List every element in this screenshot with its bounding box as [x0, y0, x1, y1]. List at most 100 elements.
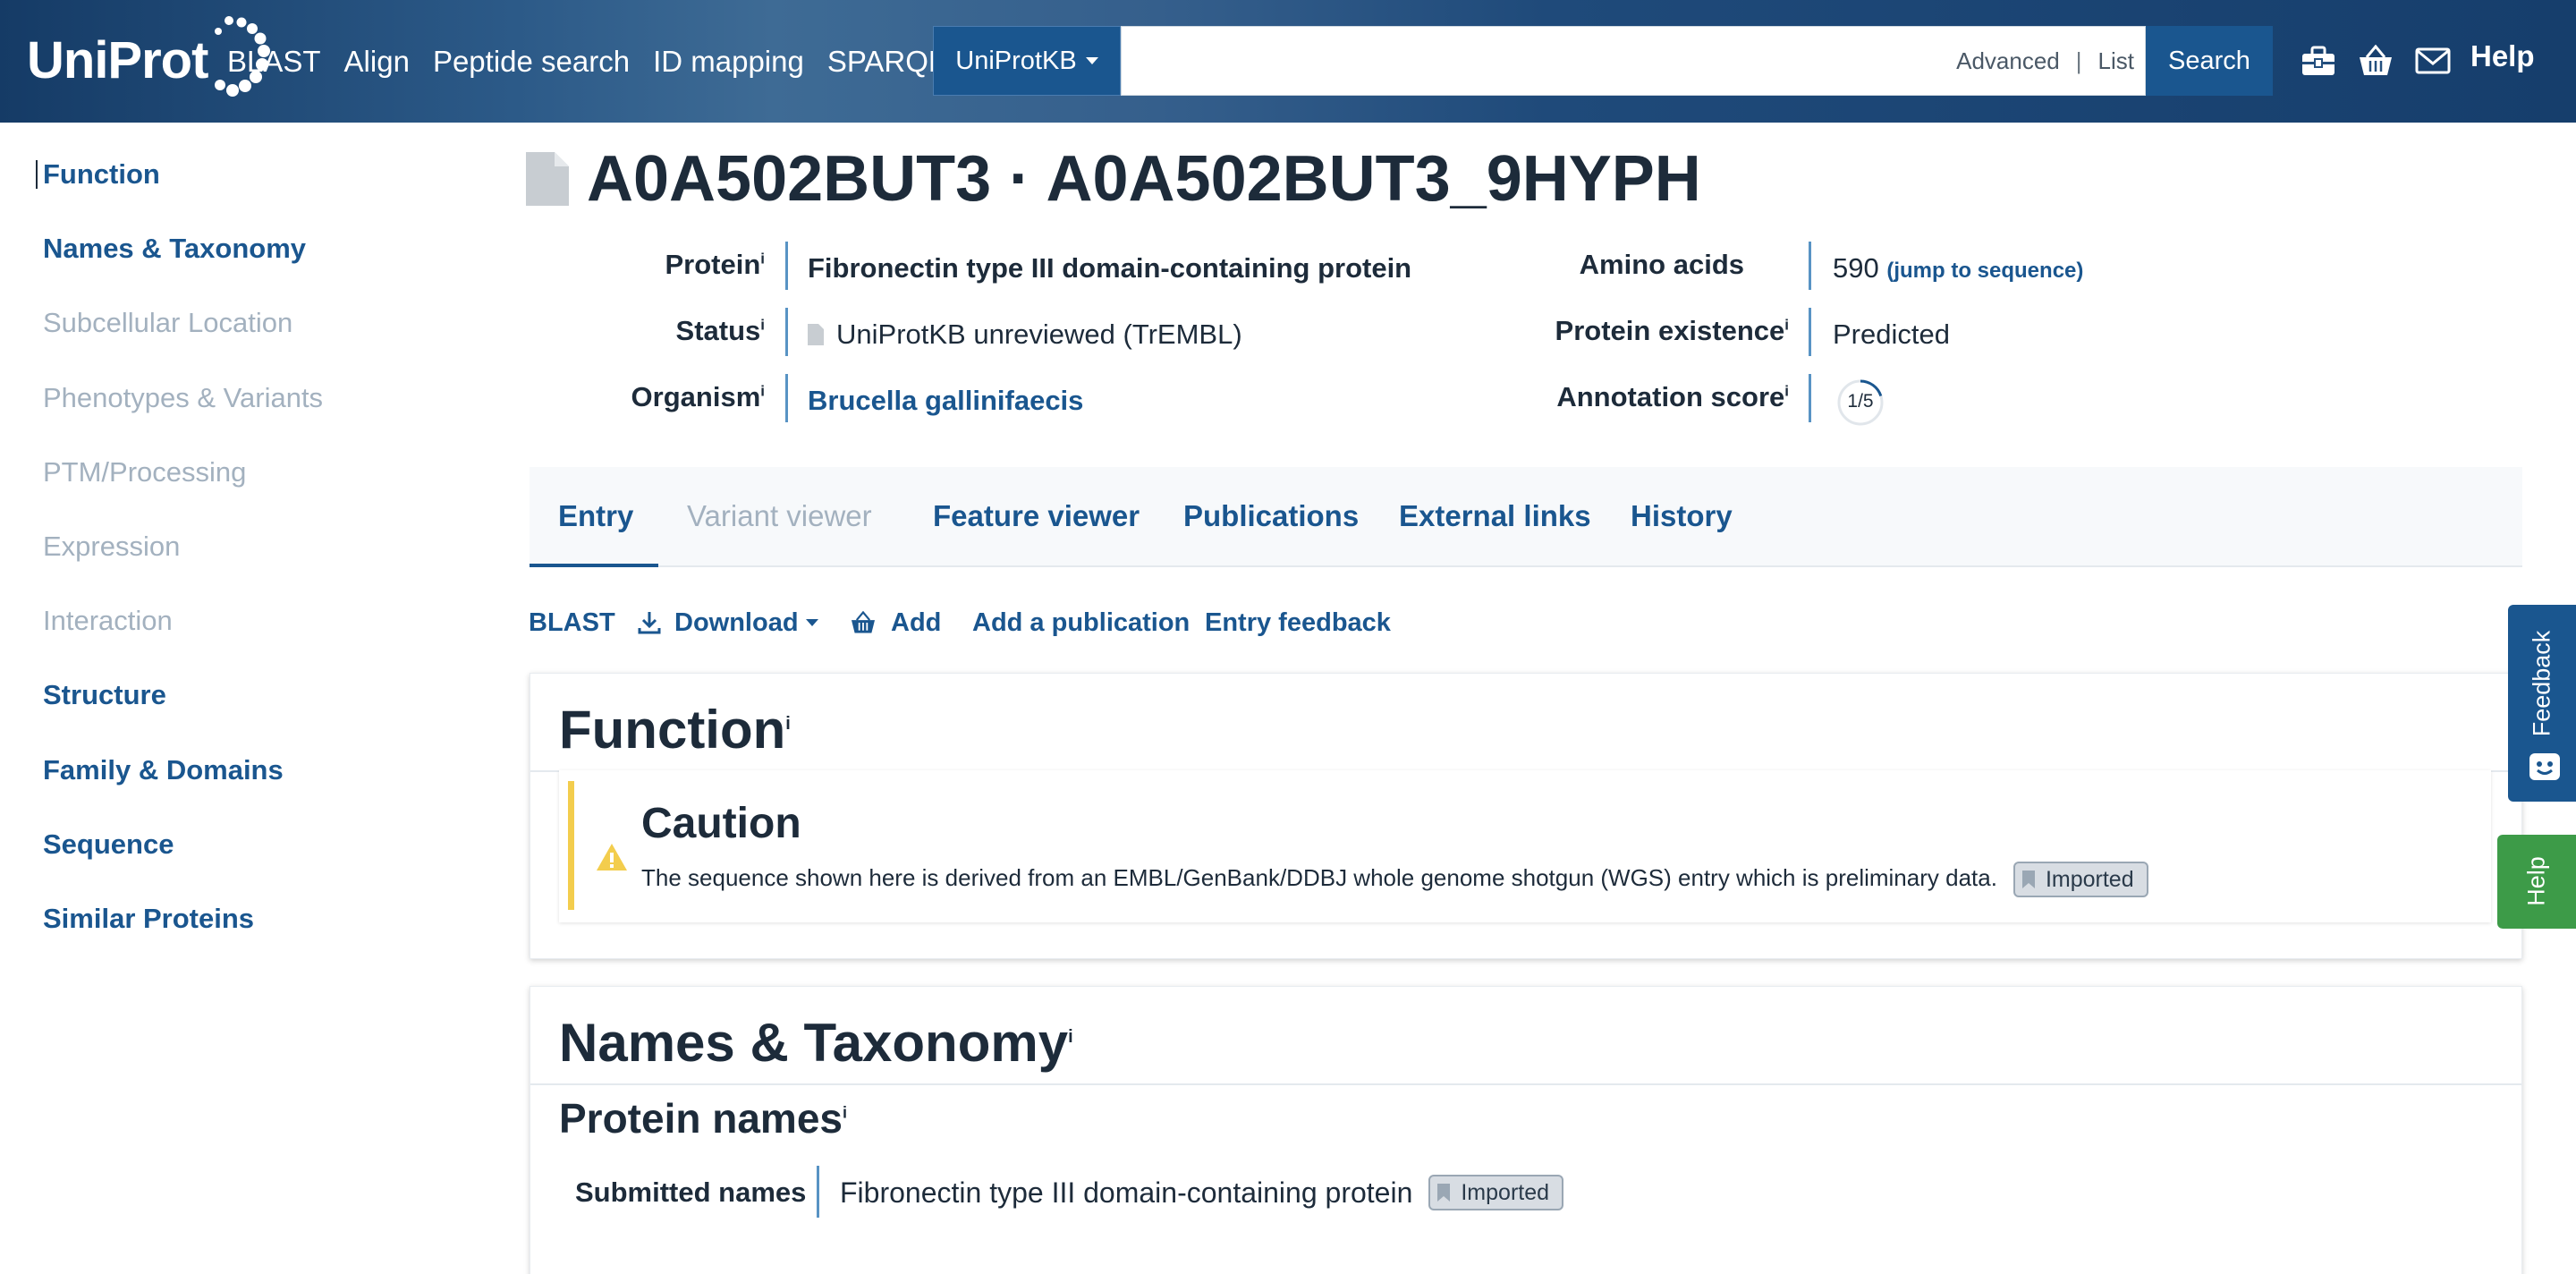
basket-icon[interactable] — [2356, 41, 2395, 81]
entry-title-row: A0A502BUT3 · A0A502BUT3_9HYPH — [526, 143, 1701, 215]
nav-blast[interactable]: BLAST — [227, 45, 321, 79]
info-icon[interactable]: i — [1068, 1027, 1073, 1047]
imported-badge[interactable]: Imported — [1428, 1175, 1564, 1210]
search-bar: UniProtKB Advanced | List Search — [933, 26, 2273, 96]
section-sidebar: Function Names & Taxonomy Subcellular Lo… — [0, 123, 501, 1274]
tab-entry[interactable]: Entry — [558, 499, 633, 533]
info-icon[interactable]: i — [1784, 317, 1789, 334]
sidebar-item-interaction: Interaction — [43, 605, 173, 636]
entry-feedback-action[interactable]: Entry feedback — [1205, 605, 1391, 641]
organism-label: Organismi — [631, 381, 765, 412]
info-bar — [785, 374, 788, 422]
amino-acids-label: Amino acids — [1579, 249, 1744, 280]
active-marker — [36, 160, 38, 189]
info-icon[interactable]: i — [760, 317, 765, 334]
sidebar-item-ptm-processing: PTM/Processing — [43, 456, 247, 488]
submitted-names-label: Submitted names — [575, 1176, 807, 1208]
tab-variant-viewer: Variant viewer — [687, 499, 872, 532]
active-tab-underline — [530, 564, 658, 567]
list-search-link[interactable]: List — [2098, 47, 2134, 75]
info-icon[interactable]: i — [785, 714, 791, 734]
add-publication-action[interactable]: Add a publication — [972, 605, 1190, 641]
help-tab[interactable]: Help — [2497, 835, 2576, 929]
info-icon[interactable]: i — [843, 1104, 847, 1122]
bookmark-icon — [2021, 871, 2035, 888]
sidebar-item-expression: Expression — [43, 531, 181, 562]
amino-acids-value: 590 (jump to sequence) — [1833, 252, 2084, 284]
tab-feature-viewer[interactable]: Feature viewer — [933, 499, 1140, 533]
nav-id-mapping[interactable]: ID mapping — [653, 45, 804, 79]
annotation-score-label: Annotation scorei — [1556, 381, 1789, 412]
nav-align[interactable]: Align — [344, 45, 410, 79]
mail-icon[interactable] — [2413, 41, 2453, 81]
caution-text: The sequence shown here is derived from … — [641, 862, 2148, 897]
info-bar — [1809, 242, 1811, 290]
search-input[interactable] — [1122, 27, 1927, 95]
top-header: UniProt BLAST Align Peptide search ID ma… — [0, 0, 2576, 123]
tab-history[interactable]: History — [1631, 499, 1733, 533]
download-action[interactable]: Download — [637, 605, 818, 641]
add-to-basket-action[interactable]: Add — [850, 605, 941, 641]
smiley-icon — [2529, 753, 2560, 780]
caution-title: Caution — [641, 800, 801, 847]
nav-peptide-search[interactable]: Peptide search — [433, 45, 630, 79]
help-tab-label: Help — [2522, 856, 2550, 906]
page-title: A0A502BUT3 · A0A502BUT3_9HYPH — [587, 143, 1701, 215]
caution-box: Caution The sequence shown here is deriv… — [559, 770, 2491, 922]
header-tools — [2299, 34, 2453, 88]
info-icon[interactable]: i — [1784, 383, 1789, 400]
chevron-down-icon — [805, 619, 818, 626]
annotation-score-badge: 1/5 — [1835, 378, 1885, 428]
sidebar-item-names-taxonomy[interactable]: Names & Taxonomy — [43, 233, 306, 265]
protein-value: Fibronectin type III domain-containing p… — [808, 252, 1412, 284]
blast-action[interactable]: BLAST — [529, 605, 615, 641]
status-label: Statusi — [675, 315, 765, 346]
info-bar — [785, 242, 788, 290]
sidebar-item-family-domains[interactable]: Family & Domains — [43, 754, 284, 786]
names-taxonomy-heading: Names & Taxonomyi — [559, 1013, 1073, 1073]
separator: | — [2075, 47, 2082, 74]
search-button[interactable]: Search — [2146, 26, 2273, 96]
tab-publications[interactable]: Publications — [1183, 499, 1359, 533]
tab-external-links[interactable]: External links — [1399, 499, 1591, 533]
sidebar-item-structure[interactable]: Structure — [43, 679, 166, 711]
warning-icon — [597, 844, 627, 871]
function-heading: Functioni — [559, 700, 791, 760]
info-bar — [817, 1166, 819, 1218]
info-bar — [785, 308, 788, 356]
sidebar-item-subcellular-location: Subcellular Location — [43, 307, 293, 338]
database-select[interactable]: UniProtKB — [933, 26, 1121, 96]
logo-text: UniProt — [27, 30, 208, 89]
feedback-tab[interactable]: Feedback — [2508, 605, 2576, 802]
protein-names-heading: Protein namesi — [559, 1095, 848, 1142]
organism-link[interactable]: Brucella gallinifaecis — [808, 385, 1083, 417]
sidebar-item-sequence[interactable]: Sequence — [43, 828, 174, 861]
sidebar-item-function[interactable]: Function — [43, 158, 160, 191]
status-value: UniProtKB unreviewed (TrEMBL) — [808, 318, 1242, 351]
protein-label: Proteini — [665, 249, 765, 280]
main-nav: BLAST Align Peptide search ID mapping SP… — [227, 0, 968, 123]
document-icon — [526, 152, 569, 206]
imported-badge[interactable]: Imported — [2012, 862, 2148, 897]
nav-sparql[interactable]: SPARQL — [827, 45, 945, 79]
bookmark-icon — [1437, 1184, 1451, 1202]
jump-to-sequence-link[interactable]: (jump to sequence) — [1886, 259, 2083, 283]
info-bar — [1809, 308, 1811, 356]
protein-existence-label: Protein existencei — [1555, 315, 1789, 346]
advanced-search-link[interactable]: Advanced — [1956, 47, 2060, 75]
chevron-down-icon — [1085, 57, 1098, 64]
info-bar — [1809, 374, 1811, 422]
sidebar-item-similar-proteins[interactable]: Similar Proteins — [43, 903, 254, 935]
divider — [530, 1083, 2521, 1085]
database-select-label: UniProtKB — [955, 46, 1077, 75]
unreviewed-doc-icon — [808, 324, 824, 345]
info-icon[interactable]: i — [760, 383, 765, 400]
help-link[interactable]: Help — [2470, 39, 2535, 73]
feedback-label: Feedback — [2528, 630, 2555, 737]
annotation-score-value: 1/5 — [1847, 391, 1874, 412]
sidebar-item-phenotypes-variants: Phenotypes & Variants — [43, 382, 324, 413]
names-taxonomy-section: Names & Taxonomyi Protein namesi Submitt… — [530, 986, 2522, 1274]
function-section: Functioni Caution The sequence shown her… — [530, 673, 2522, 959]
info-icon[interactable]: i — [760, 251, 765, 268]
toolbox-icon[interactable] — [2299, 41, 2338, 81]
